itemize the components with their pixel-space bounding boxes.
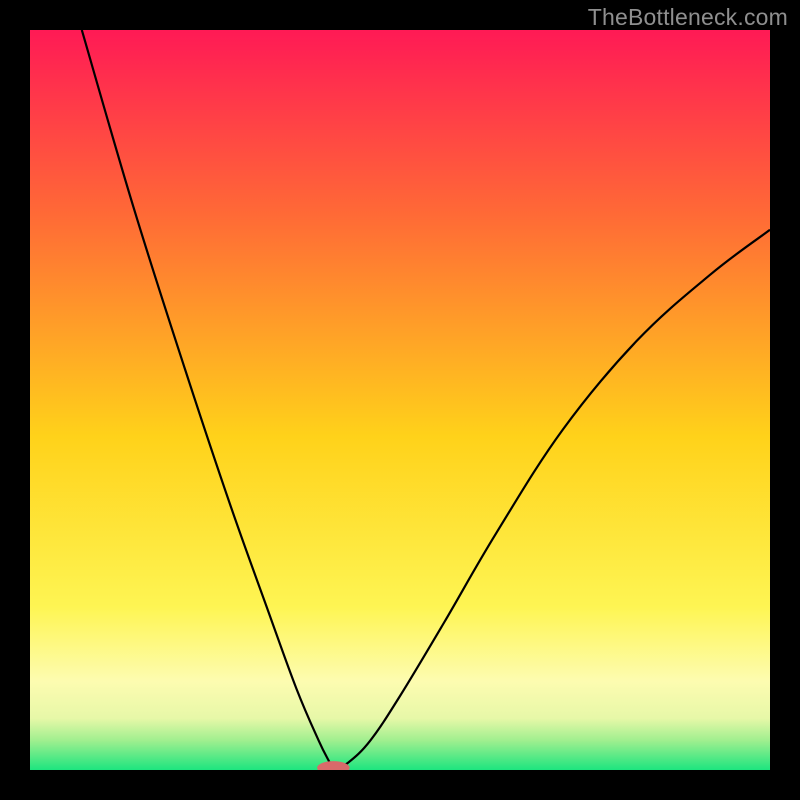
chart-plot-area	[30, 30, 770, 770]
watermark-text: TheBottleneck.com	[588, 4, 788, 31]
chart-frame: TheBottleneck.com	[0, 0, 800, 800]
chart-background	[30, 30, 770, 770]
chart-svg	[30, 30, 770, 770]
